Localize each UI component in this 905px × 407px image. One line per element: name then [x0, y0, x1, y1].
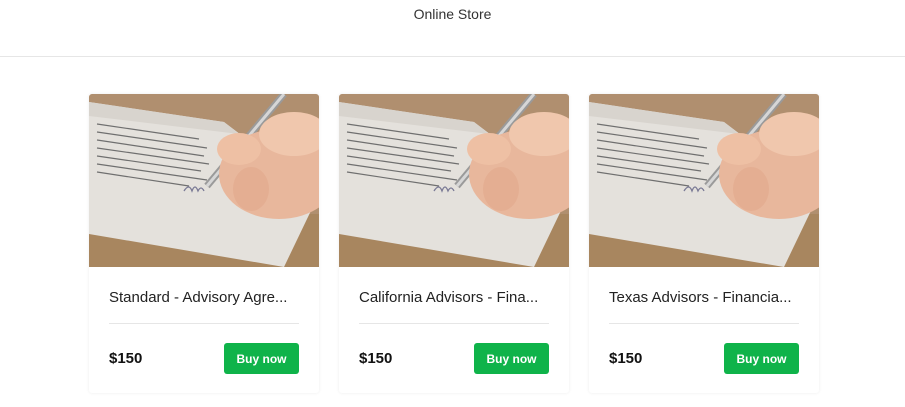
product-image[interactable] — [339, 94, 569, 267]
product-card[interactable]: Texas Advisors - Financia... $150 Buy no… — [589, 94, 819, 393]
product-image[interactable] — [589, 94, 819, 267]
divider — [609, 323, 799, 324]
product-image[interactable] — [89, 94, 319, 267]
product-card[interactable]: California Advisors - Fina... $150 Buy n… — [339, 94, 569, 393]
product-price: $150 — [109, 350, 143, 367]
product-price: $150 — [609, 350, 643, 367]
store-title: Online Store — [413, 6, 492, 22]
buy-now-button[interactable]: Buy now — [224, 343, 299, 374]
buy-now-button[interactable]: Buy now — [474, 343, 549, 374]
divider — [359, 323, 549, 324]
product-title[interactable]: Standard - Advisory Agre... — [109, 288, 299, 308]
product-price: $150 — [359, 350, 393, 367]
buy-now-button[interactable]: Buy now — [724, 343, 799, 374]
product-grid: Standard - Advisory Agre... $150 Buy now — [89, 94, 819, 393]
product-title[interactable]: California Advisors - Fina... — [359, 288, 549, 308]
product-card[interactable]: Standard - Advisory Agre... $150 Buy now — [89, 94, 319, 393]
divider — [109, 323, 299, 324]
store-header: Online Store — [0, 0, 905, 57]
product-title[interactable]: Texas Advisors - Financia... — [609, 288, 799, 308]
